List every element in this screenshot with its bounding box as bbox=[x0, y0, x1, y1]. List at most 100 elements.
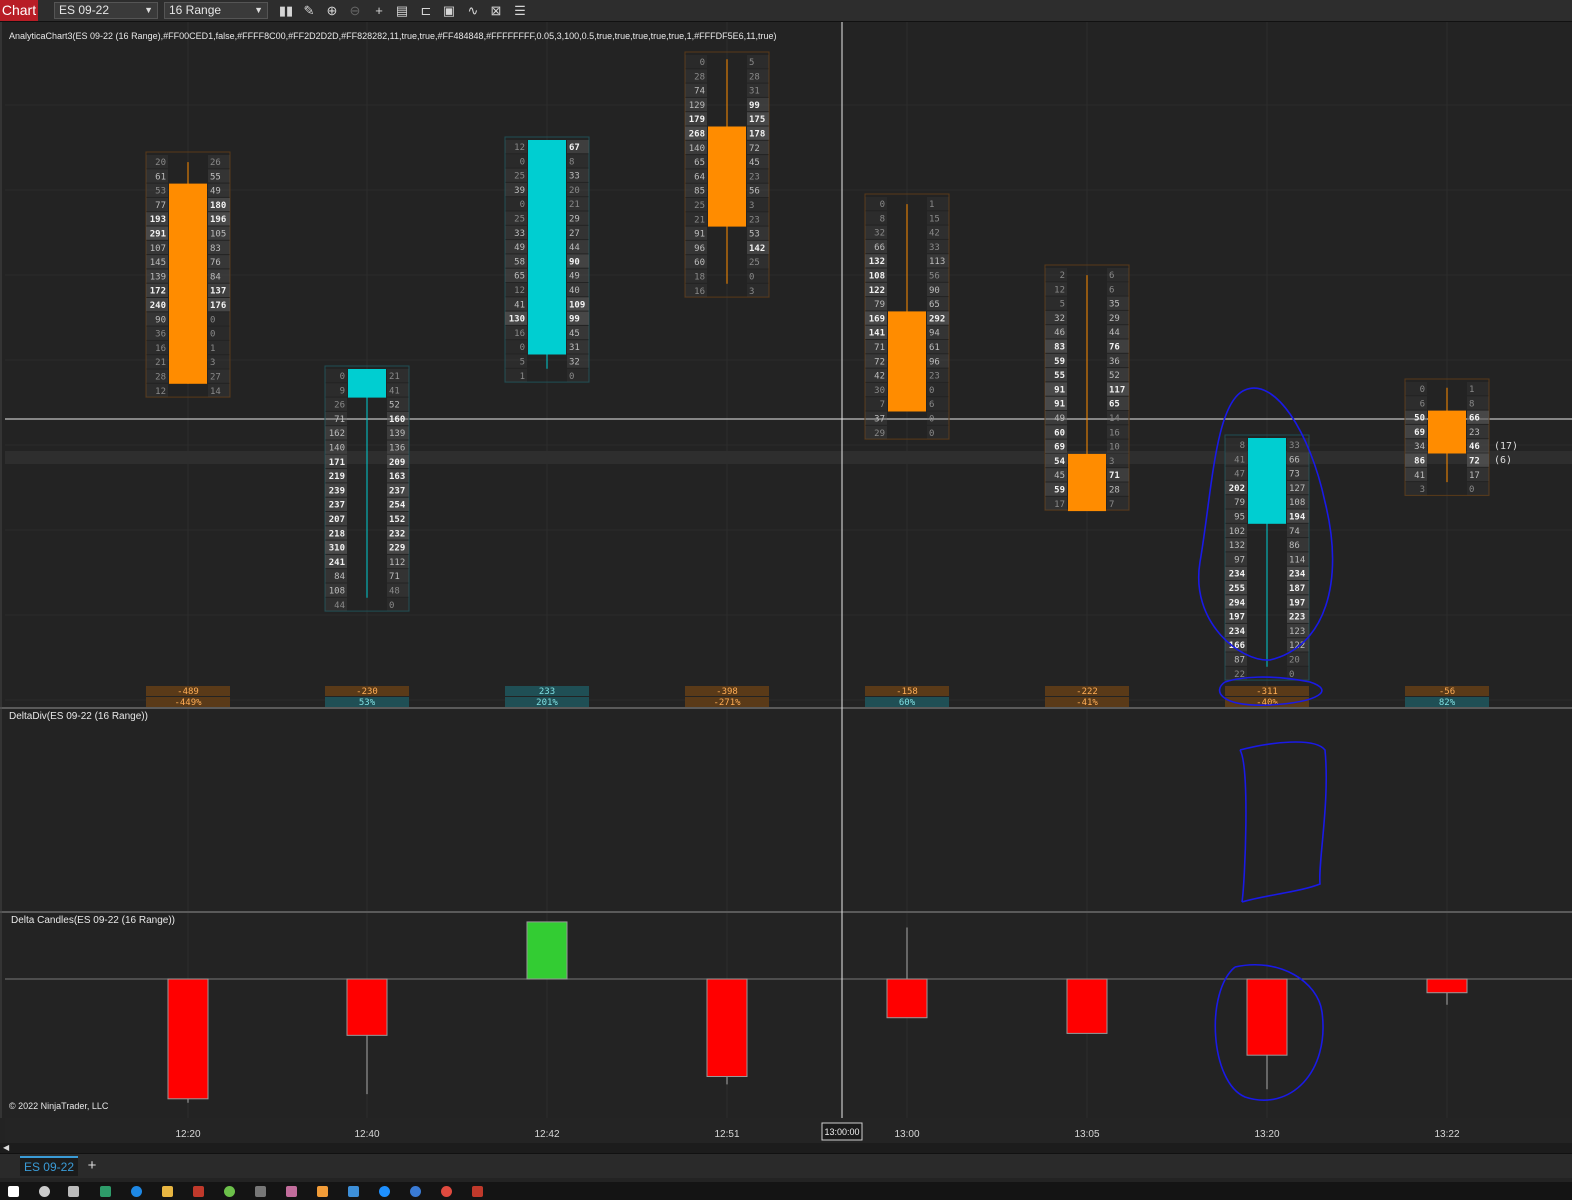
bid-volume-label: 28 bbox=[155, 373, 166, 383]
ask-volume-label: 237 bbox=[389, 486, 405, 496]
ask-volume-label: 1 bbox=[929, 200, 934, 210]
ask-volume-label: 142 bbox=[749, 244, 765, 254]
ask-volume-label: 32 bbox=[569, 358, 580, 368]
ask-volume-label: 3 bbox=[1109, 457, 1114, 467]
data-box-icon[interactable]: ▤ bbox=[393, 2, 411, 19]
taskbar-app-icon[interactable] bbox=[410, 1186, 421, 1197]
bid-volume-label: 59 bbox=[1054, 357, 1065, 367]
bid-volume-label: 108 bbox=[329, 587, 345, 597]
skype-icon[interactable] bbox=[379, 1186, 390, 1197]
ask-volume-label: 21 bbox=[569, 200, 580, 210]
scroll-left-icon[interactable]: ◀ bbox=[3, 1143, 9, 1153]
bid-volume-label: 29 bbox=[874, 429, 885, 439]
add-tab-button[interactable]: + bbox=[84, 1157, 100, 1175]
time-axis-label: 12:51 bbox=[714, 1129, 739, 1140]
ask-volume-label: 187 bbox=[1289, 584, 1305, 594]
bid-volume-label: 207 bbox=[329, 515, 345, 525]
tab-es-09-22[interactable]: ES 09-22 bbox=[20, 1156, 78, 1176]
deltadiv-panel bbox=[5, 710, 1572, 910]
ask-volume-label: 40 bbox=[569, 286, 580, 296]
calculator-icon[interactable] bbox=[255, 1186, 266, 1197]
ask-volume-label: 10 bbox=[1109, 443, 1120, 453]
time-axis-label: 13:00 bbox=[894, 1129, 919, 1140]
taskbar-app-icon[interactable] bbox=[286, 1186, 297, 1197]
bar-type-icon[interactable]: ▮▮ bbox=[277, 2, 295, 19]
time-axis-label: 12:42 bbox=[534, 1129, 559, 1140]
mail-icon[interactable] bbox=[348, 1186, 359, 1197]
taskbar-app-icon[interactable] bbox=[224, 1186, 235, 1197]
ask-volume-label: 160 bbox=[389, 415, 405, 425]
ask-volume-label: 99 bbox=[749, 101, 760, 111]
ask-volume-label: 72 bbox=[749, 144, 760, 154]
ask-volume-label: 254 bbox=[389, 501, 406, 511]
bid-volume-label: 74 bbox=[694, 87, 705, 97]
taskbar-app-icon[interactable] bbox=[193, 1186, 204, 1197]
bid-volume-label: 202 bbox=[1229, 484, 1245, 494]
screenshot-icon[interactable]: ▣ bbox=[440, 2, 458, 19]
time-axis-label: 13:22 bbox=[1434, 1129, 1459, 1140]
ask-volume-label: 15 bbox=[929, 214, 940, 224]
chart-title-tab[interactable]: Chart bbox=[0, 0, 38, 21]
bid-volume-label: 87 bbox=[1234, 656, 1245, 666]
chrome-icon[interactable] bbox=[441, 1186, 452, 1197]
bid-volume-label: 34 bbox=[1414, 442, 1425, 452]
strategies-icon[interactable]: ∿ bbox=[464, 2, 482, 19]
bid-volume-label: 69 bbox=[1414, 428, 1425, 438]
instrument-selector[interactable]: ES 09-22 ▼ bbox=[54, 2, 158, 19]
file-explorer-icon[interactable] bbox=[162, 1186, 173, 1197]
ask-volume-label: 74 bbox=[1289, 527, 1300, 537]
bid-volume-label: 96 bbox=[694, 244, 705, 254]
ninjatrader-icon[interactable] bbox=[472, 1186, 483, 1197]
interval-selector[interactable]: 16 Range ▼ bbox=[164, 2, 268, 19]
ask-volume-label: 31 bbox=[749, 87, 760, 97]
chart-canvas[interactable]: 20 2661 5553 4977 180193 196291 105107 83145 761… bbox=[0, 22, 1572, 1143]
bar-delta-label: -398 bbox=[716, 687, 738, 697]
bid-volume-label: 140 bbox=[329, 444, 345, 454]
delta-down-candle bbox=[1066, 978, 1108, 1034]
bar-percent-label: 201% bbox=[536, 698, 558, 708]
ask-volume-label: 232 bbox=[389, 529, 405, 539]
bid-volume-label: 0 bbox=[1420, 385, 1425, 395]
ask-volume-label: 139 bbox=[389, 429, 405, 439]
task-view-icon[interactable] bbox=[68, 1186, 79, 1197]
draw-tool-icon[interactable]: ✎ bbox=[300, 2, 318, 19]
bear-candle-body bbox=[1428, 410, 1466, 454]
bid-volume-label: 16 bbox=[155, 344, 166, 354]
bid-volume-label: 64 bbox=[694, 172, 705, 182]
search-icon[interactable] bbox=[39, 1186, 50, 1197]
bar-delta-label: -222 bbox=[1076, 687, 1098, 697]
ask-volume-label: 209 bbox=[389, 458, 405, 468]
windows-start-icon[interactable] bbox=[8, 1186, 19, 1197]
ask-volume-label: 94 bbox=[929, 329, 940, 339]
ask-volume-label: 0 bbox=[210, 315, 215, 325]
ask-volume-label: 99 bbox=[569, 315, 580, 325]
bar-delta-label: -311 bbox=[1256, 687, 1278, 697]
ask-volume-label: 96 bbox=[929, 357, 940, 367]
bid-volume-label: 12 bbox=[1054, 285, 1065, 295]
ask-volume-label: 52 bbox=[1109, 371, 1120, 381]
bar-percent-label: 82% bbox=[1439, 698, 1456, 708]
bid-volume-label: 12 bbox=[514, 286, 525, 296]
ask-volume-label: 45 bbox=[749, 158, 760, 168]
bid-volume-label: 239 bbox=[329, 486, 345, 496]
bid-volume-label: 36 bbox=[155, 330, 166, 340]
edge-browser-icon[interactable] bbox=[131, 1186, 142, 1197]
taskbar-app-icon[interactable] bbox=[100, 1186, 111, 1197]
zoom-out-icon[interactable]: ⊖ bbox=[346, 2, 364, 19]
bid-volume-label: 218 bbox=[329, 529, 345, 539]
bid-volume-label: 12 bbox=[155, 387, 166, 397]
time-axis bbox=[5, 1118, 1572, 1143]
taskbar-app-icon[interactable] bbox=[317, 1186, 328, 1197]
indicators-icon[interactable]: ⊠ bbox=[487, 2, 505, 19]
os-taskbar bbox=[0, 1182, 1572, 1200]
ask-volume-label: 90 bbox=[569, 257, 580, 267]
horizontal-scrollbar[interactable] bbox=[0, 1143, 1572, 1153]
ask-volume-label: 65 bbox=[929, 300, 940, 310]
crosshair-icon[interactable]: + bbox=[370, 2, 388, 19]
bid-volume-label: 49 bbox=[1054, 414, 1065, 424]
zoom-in-icon[interactable]: ⊕ bbox=[323, 2, 341, 19]
properties-icon[interactable]: ⊏ bbox=[417, 2, 435, 19]
instrument-value: ES 09-22 bbox=[59, 3, 110, 17]
ask-volume-label: 229 bbox=[389, 544, 405, 554]
list-icon[interactable]: ☰ bbox=[511, 2, 529, 19]
